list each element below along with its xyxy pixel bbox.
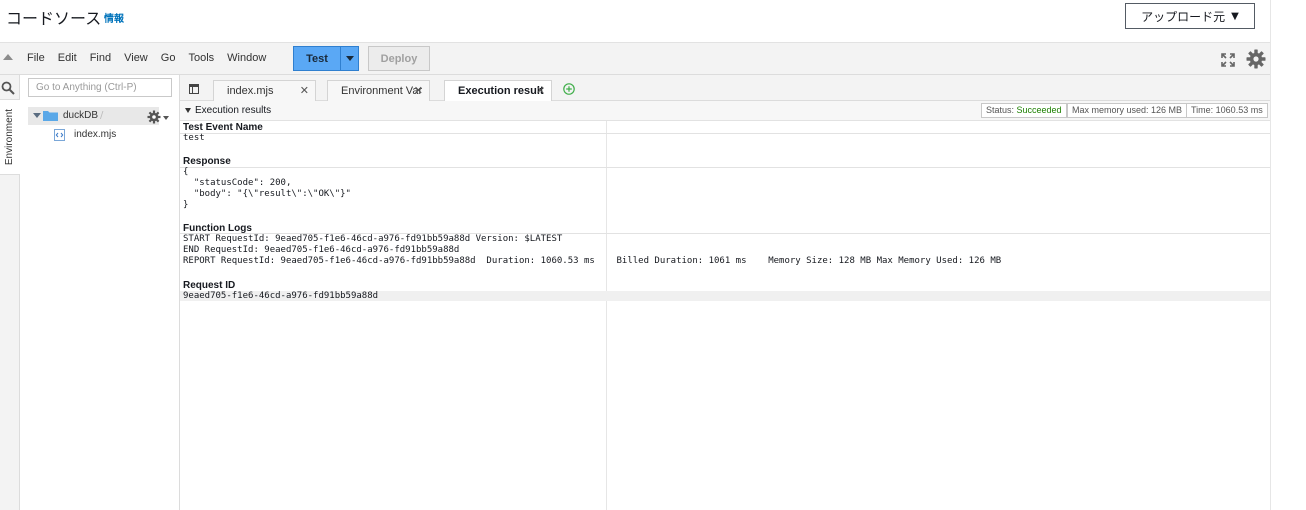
results-title: Execution results <box>195 105 272 116</box>
menu-find[interactable]: Find <box>90 52 111 64</box>
file-name: index.mjs <box>74 129 117 140</box>
close-icon[interactable]: ✕ <box>414 81 423 101</box>
file-tree-panel: Go to Anything (Ctrl-P) duckDB / index.m… <box>20 75 180 510</box>
upload-from-button[interactable]: アップロード元 ▼ <box>1125 3 1255 29</box>
log-line: REPORT RequestId: 9eaed705-f1e6-46cd-a97… <box>183 256 1002 266</box>
status-label: Status: <box>986 105 1015 115</box>
upload-from-label: アップロード元 <box>1141 9 1226 24</box>
ide-toolbar: File Edit Find View Go Tools Window Test… <box>0 43 1270 75</box>
folder-row-duckdb[interactable]: duckDB / <box>28 107 159 125</box>
editor-tab-bar: index.mjs ✕ Environment Var ✕ Execution … <box>180 75 1270 101</box>
test-dropdown-button[interactable] <box>340 46 359 71</box>
folder-suffix: / <box>100 110 104 121</box>
response-line: "statusCode": 200, <box>183 178 292 188</box>
folder-name: duckDB <box>63 110 99 121</box>
code-file-icon <box>54 129 65 141</box>
menu-go[interactable]: Go <box>161 52 176 64</box>
tab-label: Execution result <box>458 85 544 97</box>
page-title: コードソース <box>6 9 102 28</box>
log-line: END RequestId: 9eaed705-f1e6-46cd-a976-f… <box>183 245 460 255</box>
settings-gear-icon[interactable] <box>1246 49 1266 69</box>
code-source-header: コードソース 情報 アップロード元 ▼ <box>0 0 1270 43</box>
test-event-name-label: Test Event Name <box>183 122 263 133</box>
main-area: コードソース 情報 アップロード元 ▼ File Edit Find View … <box>0 0 1270 510</box>
tab-environment-variables[interactable]: Environment Var ✕ <box>327 80 430 101</box>
deploy-button[interactable]: Deploy <box>368 46 430 71</box>
log-line: START RequestId: 9eaed705-f1e6-46cd-a976… <box>183 234 563 244</box>
request-id-value: 9eaed705-f1e6-46cd-a976-fd91bb59a88d <box>183 291 379 301</box>
page-scrollbar-area[interactable] <box>1270 0 1306 510</box>
caret-down-icon <box>345 56 354 61</box>
status-badge: Status: Succeeded <box>981 103 1067 118</box>
environment-tab-label: Environment <box>4 109 15 166</box>
info-link[interactable]: 情報 <box>104 10 124 25</box>
menu-file[interactable]: File <box>27 52 45 64</box>
response-line: "body": "{\"result\":\"OK\"}" <box>183 189 351 199</box>
close-icon[interactable]: ✕ <box>300 81 309 101</box>
menu-window[interactable]: Window <box>227 52 266 64</box>
menu-view[interactable]: View <box>124 52 148 64</box>
close-icon[interactable]: ✕ <box>536 81 545 101</box>
response-label: Response <box>183 156 231 167</box>
collapse-results-icon[interactable] <box>185 108 191 113</box>
tab-list-icon[interactable] <box>189 84 199 94</box>
folder-expand-icon[interactable] <box>33 113 41 118</box>
tab-execution-results[interactable]: Execution result ✕ <box>444 80 552 101</box>
menu-tools[interactable]: Tools <box>188 52 214 64</box>
caret-down-icon: ▼ <box>1231 10 1239 22</box>
add-tab-icon[interactable] <box>563 83 575 95</box>
test-event-name-value: test <box>183 133 205 143</box>
column-divider[interactable] <box>606 121 607 510</box>
tab-label: index.mjs <box>227 85 274 97</box>
status-value: Succeeded <box>1016 105 1062 115</box>
lambda-console: コードソース 情報 アップロード元 ▼ File Edit Find View … <box>0 0 1306 510</box>
menu-bar: File Edit Find View Go Tools Window <box>27 52 279 64</box>
tree-settings-gear-icon[interactable] <box>147 110 161 124</box>
max-memory-badge: Max memory used: 126 MB <box>1067 103 1188 118</box>
menu-edit[interactable]: Edit <box>58 52 77 64</box>
tab-label: Environment Var <box>341 85 423 97</box>
section-divider <box>180 167 1270 168</box>
request-id-label: Request ID <box>183 280 236 291</box>
tab-index-mjs[interactable]: index.mjs ✕ <box>213 80 316 101</box>
test-button[interactable]: Test <box>293 46 341 71</box>
results-header: Execution results Status: Succeeded Max … <box>180 101 1270 121</box>
environment-rail: Environment <box>0 75 20 510</box>
response-line: } <box>183 200 189 210</box>
response-line: { <box>183 167 189 177</box>
caret-down-icon[interactable] <box>163 116 169 120</box>
folder-icon <box>43 111 58 121</box>
fullscreen-icon[interactable] <box>1221 53 1235 67</box>
execution-results-pane: Execution results Status: Succeeded Max … <box>180 101 1270 510</box>
go-to-anything-input[interactable]: Go to Anything (Ctrl-P) <box>28 78 172 97</box>
collapse-icon[interactable] <box>3 54 13 60</box>
search-icon[interactable] <box>1 81 15 95</box>
section-divider <box>180 133 1270 134</box>
time-badge: Time: 1060.53 ms <box>1186 103 1268 118</box>
